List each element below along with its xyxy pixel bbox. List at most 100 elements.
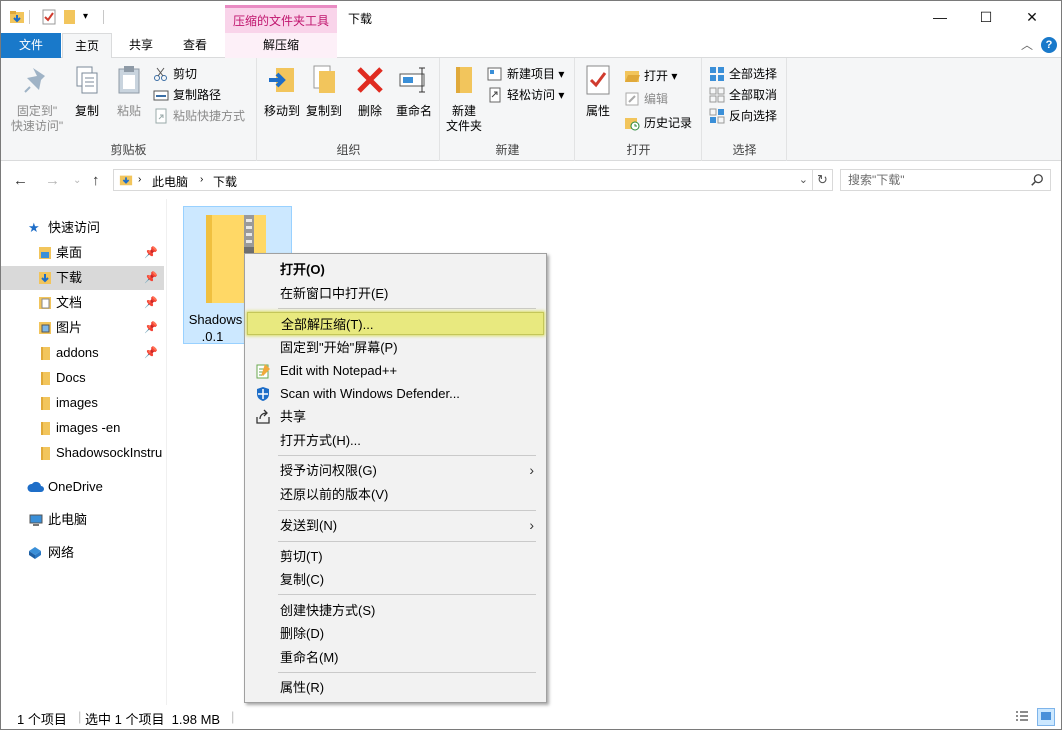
copy-button[interactable]: 复制 xyxy=(69,64,105,119)
menu-properties[interactable]: 属性(R) xyxy=(247,676,544,699)
search-input[interactable] xyxy=(841,170,1021,190)
menu-share[interactable]: 共享 xyxy=(247,405,544,428)
cut-button[interactable]: 剪切 xyxy=(153,64,197,84)
network-icon xyxy=(29,547,41,559)
tab-extract[interactable]: 解压缩 xyxy=(225,33,337,58)
pin-icon[interactable]: 📌 xyxy=(144,266,158,290)
nav-item-images[interactable]: images xyxy=(1,391,164,415)
forward-arrow-icon[interactable]: → xyxy=(45,172,60,189)
copy-to-button[interactable]: 复制到 xyxy=(302,64,346,119)
breadcrumb-this-pc[interactable]: 此电脑 xyxy=(152,173,188,190)
invert-selection-button[interactable]: 反向选择 xyxy=(709,106,777,126)
move-to-button[interactable]: 移动到 xyxy=(260,64,304,119)
status-separator: | xyxy=(78,709,82,724)
pin-icon[interactable]: 📌 xyxy=(144,241,158,265)
paste-button[interactable]: 粘贴 xyxy=(109,64,149,119)
tab-home[interactable]: 主页 xyxy=(62,33,112,59)
tab-file[interactable]: 文件 xyxy=(1,33,61,58)
history-button[interactable]: 历史记录 xyxy=(624,113,692,133)
menu-copy[interactable]: 复制(C) xyxy=(247,568,544,591)
menu-open-with[interactable]: 打开方式(H)... xyxy=(247,429,544,452)
pin-to-quick-access-button[interactable]: 固定到" 快速访问" xyxy=(7,64,67,134)
menu-pin-to-start[interactable]: 固定到"开始"屏幕(P) xyxy=(247,336,544,359)
address-bar[interactable]: › 此电脑 › 下载 ⌄ xyxy=(113,169,813,191)
breadcrumb-chevron-icon[interactable]: › xyxy=(200,174,203,185)
paste-shortcut-button[interactable]: 粘贴快捷方式 xyxy=(153,106,245,126)
easy-access-button[interactable]: 轻松访问 ▾ xyxy=(487,85,564,105)
recent-locations-chevron-icon[interactable]: ⌄ xyxy=(73,175,81,186)
maximize-button[interactable]: ☐ xyxy=(963,1,1009,33)
breadcrumb-chevron-icon[interactable]: › xyxy=(138,174,141,185)
breadcrumb-downloads[interactable]: 下载 xyxy=(213,173,237,190)
minimize-button[interactable]: — xyxy=(917,1,963,33)
compressed-folder-tools-label: 压缩的文件夹工具 xyxy=(225,5,337,33)
pin-icon[interactable]: 📌 xyxy=(144,316,158,340)
nav-item-images-en[interactable]: images -en xyxy=(1,416,164,440)
new-folder-button[interactable]: 新建 文件夹 xyxy=(443,64,485,134)
new-item-button[interactable]: 新建项目 ▾ xyxy=(487,64,564,84)
menu-separator xyxy=(278,672,536,673)
menu-open[interactable]: 打开(O) xyxy=(247,258,544,281)
paste-label: 粘贴 xyxy=(116,104,141,118)
nav-item-shadowsockinstru[interactable]: ShadowsockInstru xyxy=(1,441,164,465)
menu-restore-versions[interactable]: 还原以前的版本(V) xyxy=(247,483,544,506)
nav-item-docs[interactable]: Docs xyxy=(1,366,164,390)
downloads-folder-icon xyxy=(39,272,51,284)
star-icon: ★ xyxy=(28,220,40,235)
nav-item-desktop[interactable]: 桌面 📌 xyxy=(1,241,164,265)
menu-send-to-label: 发送到(N) xyxy=(280,518,338,533)
menu-cut[interactable]: 剪切(T) xyxy=(247,545,544,568)
rename-label: 重命名 xyxy=(395,104,432,118)
folder-icon xyxy=(41,447,50,460)
nav-item-downloads[interactable]: 下载 📌 xyxy=(1,266,164,290)
search-icon[interactable] xyxy=(1030,173,1044,187)
menu-give-access[interactable]: 授予访问权限(G) › xyxy=(247,459,544,482)
folder-down-icon[interactable] xyxy=(9,9,25,25)
open-button[interactable]: 打开 ▾ xyxy=(624,66,677,86)
menu-edit-notepad[interactable]: Edit with Notepad++ xyxy=(247,359,544,382)
close-button[interactable]: ✕ xyxy=(1009,1,1055,33)
nav-onedrive[interactable]: OneDrive xyxy=(1,475,164,499)
rename-button[interactable]: 重命名 xyxy=(392,64,436,119)
collapse-ribbon-icon[interactable]: ︿ xyxy=(1021,36,1033,53)
customize-quick-access-icon[interactable]: ▾ xyxy=(83,9,99,25)
properties-button[interactable]: 属性 xyxy=(580,64,616,119)
menu-scan-defender[interactable]: Scan with Windows Defender... xyxy=(247,382,544,405)
nav-item-pictures[interactable]: 图片 📌 xyxy=(1,316,164,340)
pin-icon[interactable]: 📌 xyxy=(144,341,158,365)
address-dropdown-icon[interactable]: ⌄ xyxy=(799,173,808,186)
select-none-button[interactable]: 全部取消 xyxy=(709,85,777,105)
menu-rename[interactable]: 重命名(M) xyxy=(247,646,544,669)
new-folder-icon[interactable] xyxy=(62,9,78,25)
folder-icon xyxy=(41,372,50,385)
help-icon[interactable]: ? xyxy=(1041,37,1057,53)
properties-check-icon[interactable] xyxy=(41,9,57,25)
menu-delete[interactable]: 删除(D) xyxy=(247,622,544,645)
nav-item-documents[interactable]: 文档 📌 xyxy=(1,291,164,315)
search-box[interactable] xyxy=(840,169,1051,191)
details-view-icon[interactable] xyxy=(1014,709,1030,725)
tab-view[interactable]: 查看 xyxy=(171,33,219,58)
menu-send-to[interactable]: 发送到(N) › xyxy=(247,514,544,537)
menu-create-shortcut[interactable]: 创建快捷方式(S) xyxy=(247,599,544,622)
delete-button[interactable]: 删除 xyxy=(352,64,388,119)
select-all-button[interactable]: 全部选择 xyxy=(709,64,777,84)
back-arrow-icon[interactable]: ← xyxy=(13,172,28,189)
large-icons-view-icon[interactable] xyxy=(1037,708,1055,726)
menu-separator xyxy=(278,455,536,456)
nav-quick-access[interactable]: ★ 快速访问 xyxy=(1,216,164,240)
copy-path-button[interactable]: 复制路径 xyxy=(153,85,221,105)
properties-label: 属性 xyxy=(585,104,610,118)
menu-open-new-window[interactable]: 在新窗口中打开(E) xyxy=(247,282,544,305)
nav-item-addons[interactable]: addons 📌 xyxy=(1,341,164,365)
pin-icon[interactable]: 📌 xyxy=(144,291,158,315)
edit-button[interactable]: 编辑 xyxy=(624,89,668,109)
refresh-icon[interactable]: ↻ xyxy=(813,169,833,191)
nav-network[interactable]: 网络 xyxy=(1,541,164,565)
menu-extract-all[interactable]: 全部解压缩(T)... xyxy=(247,312,544,335)
tab-share[interactable]: 共享 xyxy=(117,33,165,58)
up-arrow-icon[interactable]: ↑ xyxy=(92,172,100,189)
share-icon xyxy=(256,409,270,424)
pin-icon xyxy=(24,68,45,93)
nav-this-pc[interactable]: 此电脑 xyxy=(1,508,164,532)
